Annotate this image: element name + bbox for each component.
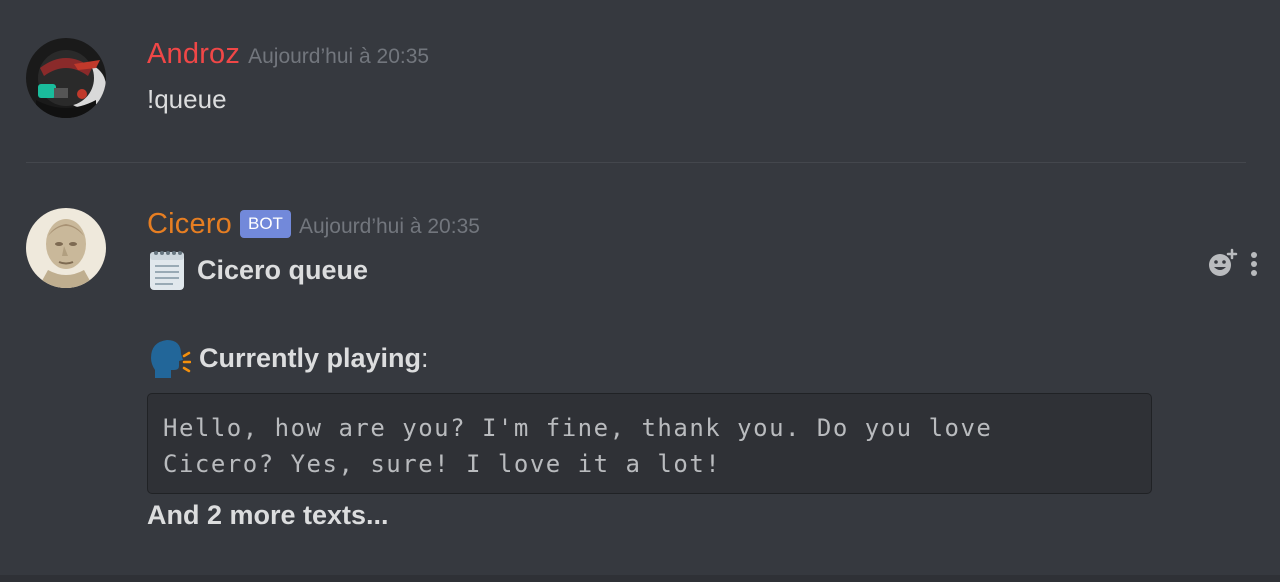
bot-tag: BOT <box>240 210 291 238</box>
cicero-bust-avatar-icon <box>26 208 106 288</box>
username[interactable]: Cicero <box>147 208 232 240</box>
message-content: !queue <box>147 84 227 114</box>
add-reaction-icon <box>1209 248 1238 276</box>
avatar-androz[interactable] <box>26 38 106 118</box>
queue-title-text: Cicero queue <box>197 254 369 285</box>
spiral-notepad-icon <box>150 251 184 290</box>
bottom-edge <box>0 575 1280 582</box>
currently-playing-label: Currently playing <box>199 342 422 373</box>
timestamp[interactable]: Aujourd’hui à 20:35 <box>248 45 429 68</box>
playing-text-codeblock: Hello, how are you? I'm fine, thank you.… <box>147 393 1152 494</box>
message-divider <box>26 162 1246 163</box>
more-options-button[interactable] <box>1246 248 1262 278</box>
timestamp[interactable]: Aujourd’hui à 20:35 <box>299 215 480 238</box>
currently-playing-colon: : <box>421 342 429 373</box>
message-header: Androz Aujourd’hui à 20:35 <box>147 38 429 71</box>
speaking-head-icon <box>151 340 191 378</box>
avatar-cicero[interactable] <box>26 208 106 288</box>
message-actions <box>1208 248 1262 278</box>
queue-title: Cicero queue <box>147 248 368 292</box>
username[interactable]: Androz <box>147 38 240 70</box>
robot-avatar-icon <box>26 38 106 118</box>
more-options-icon <box>1251 252 1257 276</box>
more-texts: And 2 more texts... <box>147 500 389 530</box>
message-header: Cicero BOT Aujourd’hui à 20:35 <box>147 208 480 242</box>
currently-playing-heading: Currently playing: <box>147 336 429 380</box>
add-reaction-button[interactable] <box>1208 248 1238 278</box>
